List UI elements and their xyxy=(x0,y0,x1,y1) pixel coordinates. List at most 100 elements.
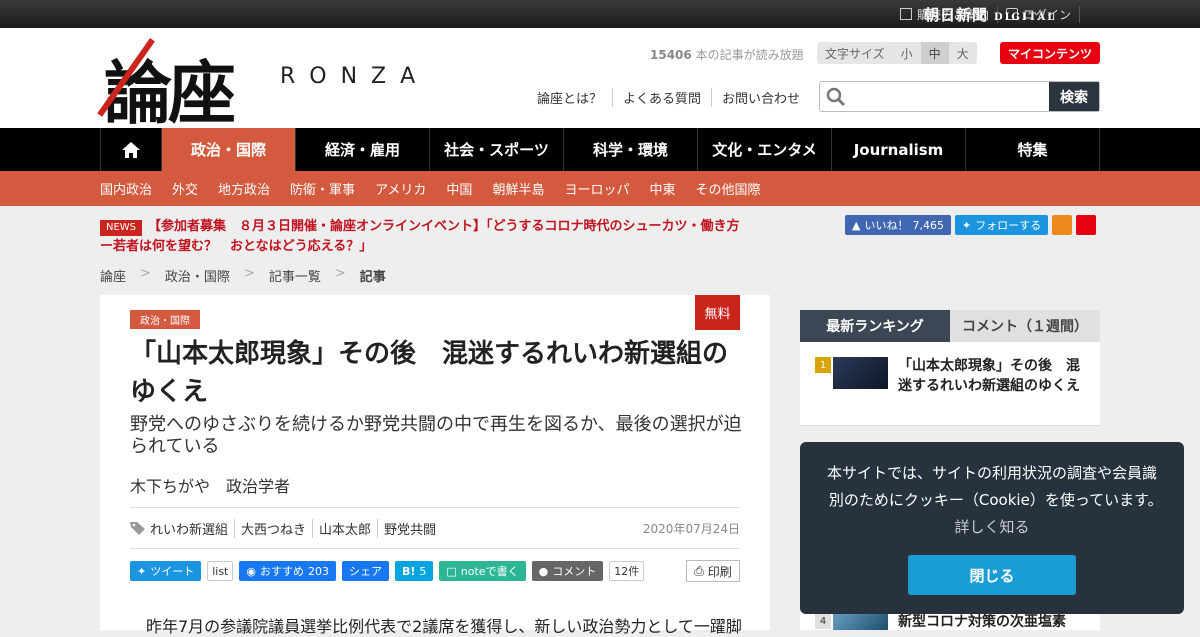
search-box: 検索 xyxy=(819,81,1100,112)
subnav-item[interactable]: 朝鮮半島 xyxy=(492,179,544,198)
facebook-like-button[interactable]: ▲ いいね！ 7,465 xyxy=(845,215,951,235)
article-subtitle: 野党へのゆさぶりを続けるか野党共闘の中で再生を図るか、最後の選択が迫られている xyxy=(130,414,742,457)
nav-culture[interactable]: 文化・エンタメ xyxy=(698,128,832,171)
ranking-tabs: 最新ランキング コメント（１週間） xyxy=(800,310,1100,342)
faq-link[interactable]: よくある質問 xyxy=(612,88,711,107)
font-size-large[interactable]: 大 xyxy=(948,42,977,64)
cookie-message: 本サイトでは、サイトの利用状況の調査や会員識別のためにクッキー（Cookie）を… xyxy=(820,460,1164,541)
logo-roman: RONZA xyxy=(280,64,430,89)
fb-share-button[interactable]: シェア xyxy=(341,561,389,581)
font-size-switcher: 文字サイズ 小 中 大 xyxy=(817,42,977,64)
article-title: 「山本太郎現象」その後 混迷するれいわ新選組のゆくえ xyxy=(130,339,729,407)
tab-comments-week[interactable]: コメント（１週間） xyxy=(950,310,1100,342)
breadcrumb-item[interactable]: 政治・国際 xyxy=(165,266,230,285)
nav-society[interactable]: 社会・スポーツ xyxy=(430,128,564,171)
article-tag[interactable]: 野党共闘 xyxy=(377,518,442,538)
subnav-item[interactable]: 防衛・軍事 xyxy=(290,179,355,198)
subnav-item[interactable]: ヨーロッパ xyxy=(564,179,629,198)
list-button[interactable]: list xyxy=(207,561,234,581)
note-label: noteで書く xyxy=(460,565,519,578)
ranking-item[interactable]: 1 「山本太郎現象」その後 混迷するれいわ新選組のゆくえ xyxy=(800,342,1100,426)
cookie-more-link[interactable]: 詳しく知る xyxy=(954,518,1029,536)
twitter-follow-button[interactable]: ✦ フォローする xyxy=(954,215,1049,235)
home-icon xyxy=(122,141,140,158)
asahi-digital-logo[interactable]: 朝日新聞 DIGITAL xyxy=(924,4,1056,25)
search-button[interactable]: 検索 xyxy=(1049,82,1099,111)
subnav-item[interactable]: その他国際 xyxy=(695,179,760,198)
subnav-item[interactable]: 国内政治 xyxy=(100,179,152,198)
printer-icon: ⎙ xyxy=(694,563,704,578)
hatena-button[interactable]: B! 5 xyxy=(394,561,434,581)
rank-title: 新型コロナ対策の次亜塩素 xyxy=(898,614,1066,630)
site-header: 論座 RONZA 15406 本の記事が読み放題 文字サイズ 小 中 大 マイコ… xyxy=(0,28,1200,134)
subnav-item[interactable]: 中東 xyxy=(649,179,675,198)
font-size-label: 文字サイズ xyxy=(817,42,893,64)
contact-link[interactable]: お問い合わせ xyxy=(711,88,810,107)
fb-like-label: いいね！ xyxy=(864,219,909,232)
fb-like-count: 7,465 xyxy=(912,218,944,232)
mail-icon[interactable] xyxy=(1076,215,1097,235)
breadcrumb: 論座 > 政治・国際 > 記事一覧 > 記事 xyxy=(100,266,386,285)
tag-row: れいわ新選組 大西つねき 山本太郎 野党共闘 2020年07月24日 xyxy=(130,507,740,549)
nav-science[interactable]: 科学・環境 xyxy=(564,128,698,171)
print-button[interactable]: ⎙ 印刷 xyxy=(686,560,740,582)
subnav-item[interactable]: アメリカ xyxy=(375,179,426,198)
comment-count[interactable]: 12件 xyxy=(609,561,645,581)
fb-recommend-button[interactable]: ◉ おすすめ 203 xyxy=(239,561,336,581)
breadcrumb-current: 記事 xyxy=(359,270,386,285)
read-free-counter: 15406 本の記事が読み放題 xyxy=(650,46,804,63)
article-tag[interactable]: 大西つねき xyxy=(234,518,312,538)
tab-latest-ranking[interactable]: 最新ランキング xyxy=(800,310,950,342)
comment-label: コメント xyxy=(552,565,597,578)
sidebar-ranking: 最新ランキング コメント（１週間） 1 「山本太郎現象」その後 混迷するれいわ新… xyxy=(800,310,1100,426)
article-author[interactable]: 木下ちがや 政治学者 xyxy=(130,473,290,497)
thumbs-up-icon: ▲ xyxy=(852,218,861,232)
about-link[interactable]: 論座とは？ xyxy=(537,88,612,107)
logo-kanji: 論座 xyxy=(104,54,236,134)
breadcrumb-separator: > xyxy=(334,266,346,281)
facebook-icon: ◉ xyxy=(246,564,256,578)
breadcrumb-item[interactable]: 記事一覧 xyxy=(269,266,321,285)
search-input[interactable] xyxy=(820,82,1049,111)
hatena-count: 5 xyxy=(419,564,427,578)
article-card: 無料 政治・国際 「山本太郎現象」その後 混迷するれいわ新選組のゆくえ 野党への… xyxy=(100,295,770,636)
nav-special[interactable]: 特集 xyxy=(966,128,1100,171)
breadcrumb-item[interactable]: 論座 xyxy=(100,266,126,285)
article-tag[interactable]: 山本太郎 xyxy=(312,518,377,538)
nav-journalism[interactable]: Journalism xyxy=(832,128,966,171)
fb-recommend-count: 203 xyxy=(307,564,329,578)
font-size-small[interactable]: 小 xyxy=(892,42,921,64)
tweet-label: ツイート xyxy=(150,565,195,578)
note-icon: □ xyxy=(446,564,457,578)
asahi-logo-text: 朝日新聞 xyxy=(924,6,989,24)
news-banner[interactable]: NEWS 【参加者募集 ８月３日開催・論座オンラインイベント】「どうするコロナ時代… xyxy=(100,217,750,257)
comment-button[interactable]: ● コメント xyxy=(531,561,604,581)
hatena-label: B! xyxy=(401,564,416,578)
fb-recommend-label: おすすめ xyxy=(259,565,304,578)
tweet-button[interactable]: ✦ ツイート xyxy=(130,561,202,581)
tag-icon xyxy=(130,522,145,535)
font-size-medium[interactable]: 中 xyxy=(920,42,949,64)
read-free-text: 本の記事が読み放題 xyxy=(691,48,804,62)
asahi-digital-text: DIGITAL xyxy=(994,12,1057,23)
top-utility-bar: 購読のご案内 ログイン 朝日新聞 DIGITAL xyxy=(0,0,1200,28)
news-text: 【参加者募集 ８月３日開催・論座オンラインイベント】「どうするコロナ時代のシュー… xyxy=(100,219,740,254)
cookie-close-button[interactable]: 閉じる xyxy=(908,555,1076,595)
nav-politics[interactable]: 政治・国際 xyxy=(162,128,296,171)
sub-nav: 国内政治 外交 地方政治 防衛・軍事 アメリカ 中国 朝鮮半島 ヨーロッパ 中東… xyxy=(0,171,1200,206)
category-label[interactable]: 政治・国際 xyxy=(130,310,200,329)
subnav-item[interactable]: 地方政治 xyxy=(218,179,270,198)
rss-icon[interactable] xyxy=(1052,215,1073,235)
note-button[interactable]: □ noteで書く xyxy=(439,561,526,581)
article-tag[interactable]: れいわ新選組 xyxy=(146,519,234,538)
twitter-bird-icon: ✦ xyxy=(961,218,972,232)
nav-home[interactable] xyxy=(100,128,162,171)
nav-economy[interactable]: 経済・雇用 xyxy=(296,128,430,171)
my-content-button[interactable]: マイコンテンツ xyxy=(1000,42,1100,64)
social-follow: ▲ いいね！ 7,465 ✦ フォローする xyxy=(845,215,1097,235)
article-date: 2020年07月24日 xyxy=(642,521,740,536)
cookie-message-text: 本サイトでは、サイトの利用状況の調査や会員識別のためにクッキー（Cookie）を… xyxy=(826,464,1157,509)
search-icon xyxy=(826,87,846,107)
subnav-item[interactable]: 外交 xyxy=(172,179,198,198)
subnav-item[interactable]: 中国 xyxy=(446,179,472,198)
